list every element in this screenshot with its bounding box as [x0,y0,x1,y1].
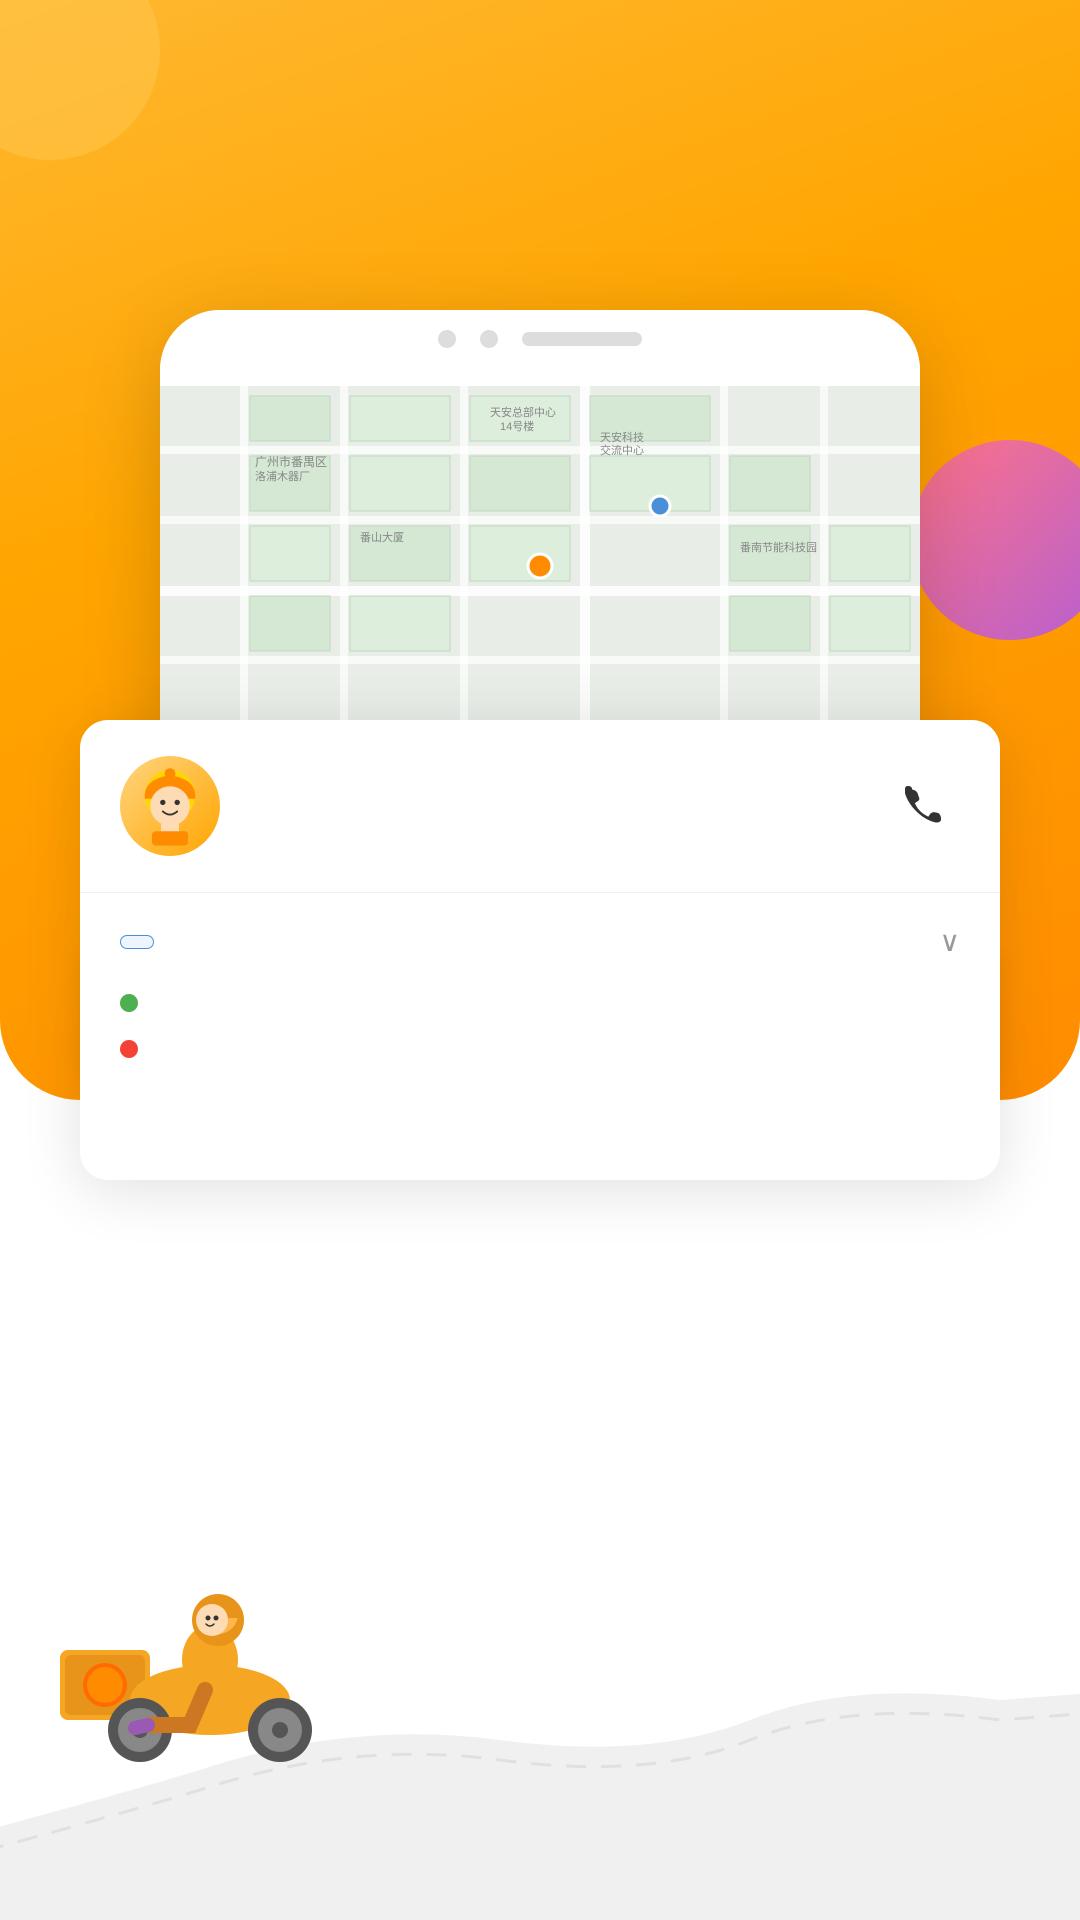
map-svg: 广州市番禺区 洛浦木器厂 天安总部中心 14号楼 天安科技 交流中心 番南节能科… [160,386,920,726]
svg-text:番山大厦: 番山大厦 [360,530,404,544]
person-name-rating [248,781,890,823]
svg-text:交流中心: 交流中心 [600,443,644,457]
delivery-text [154,1032,168,1067]
notch-dot-2 [480,330,498,348]
hero-section [0,80,1080,104]
svg-text:广州市番禺区: 广州市番禺区 [255,454,327,469]
svg-text:洛浦木器厂: 洛浦木器厂 [255,469,310,483]
order-info-section: ∨ [80,893,1000,1123]
call-button[interactable] [890,771,960,841]
delivery-person-row [80,720,1000,893]
svg-text:天安科技: 天安科技 [600,430,644,444]
phone-screen-title [160,360,920,386]
svg-text:14号楼: 14号楼 [500,419,534,433]
delivery-location-row [120,1032,960,1067]
notch-dot-1 [438,330,456,348]
notch-bar [522,332,642,346]
chevron-down-icon[interactable]: ∨ [940,925,961,958]
road-svg [0,1320,1080,1920]
person-info [248,781,890,831]
order-type-row: ∨ [120,925,960,958]
order-tag [120,935,154,949]
pickup-location-row [120,986,960,1012]
avatar [120,756,220,856]
bottom-illustration [0,1320,1080,1920]
order-card: ∨ [80,720,1000,1180]
customer-info [154,1036,168,1067]
avatar-svg [125,761,215,851]
svg-text:番南节能科技园: 番南节能科技园 [740,540,817,554]
phone-icon [905,786,945,826]
phone-notch-bar [160,310,920,360]
delivery-dot [120,1040,138,1058]
svg-text:天安总部中心: 天安总部中心 [490,405,556,419]
phone-map: 广州市番禺区 洛浦木器厂 天安总部中心 14号楼 天安科技 交流中心 番南节能科… [160,386,920,726]
pickup-dot [120,994,138,1012]
